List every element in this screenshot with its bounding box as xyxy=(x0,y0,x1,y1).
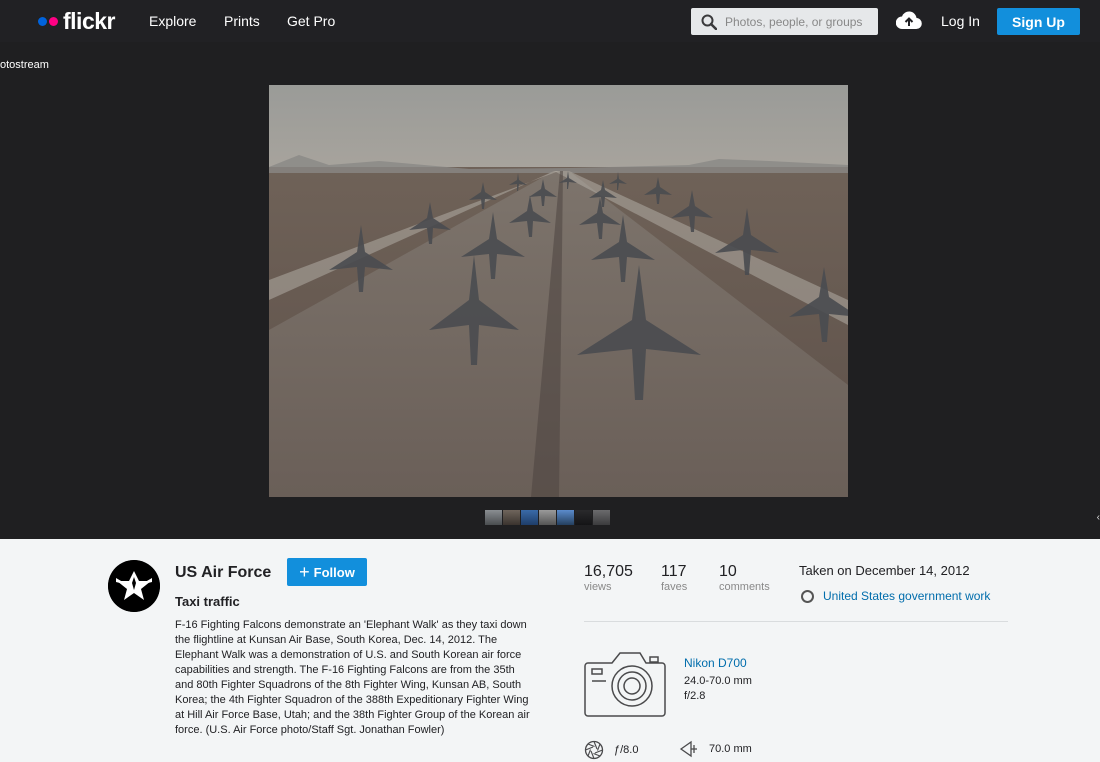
logo-blue-dot xyxy=(38,16,47,26)
upload-cloud-icon[interactable] xyxy=(896,10,922,30)
flickr-logo[interactable]: flickr xyxy=(38,8,115,34)
logo-pink-dot xyxy=(49,16,58,26)
aperture-icon xyxy=(584,740,604,760)
signup-button[interactable]: Sign Up xyxy=(997,8,1080,35)
camera-model-link[interactable]: Nikon D700 xyxy=(684,656,747,670)
focal-length-info: 70.0 mm xyxy=(679,740,752,758)
main-photo[interactable] xyxy=(269,85,848,497)
chevron-left-icon[interactable]: ‹ xyxy=(1097,512,1100,523)
comments-stat[interactable]: 10 comments xyxy=(719,563,770,593)
camera-icon xyxy=(584,652,666,717)
filmstrip-thumb[interactable] xyxy=(503,510,520,525)
filmstrip-thumb[interactable] xyxy=(539,510,556,525)
aperture-info: ƒ/8.0 xyxy=(584,740,638,760)
aperture-value: ƒ/8.0 xyxy=(614,744,639,756)
avatar[interactable] xyxy=(108,560,160,612)
views-count: 16,705 xyxy=(584,563,633,580)
photo-viewer: otostream ‹ xyxy=(0,42,1100,539)
photo-title: Taxi traffic xyxy=(175,594,240,609)
top-nav: flickr Explore Prints Get Pro Log In Sig… xyxy=(0,0,1100,42)
divider xyxy=(584,621,1008,622)
filmstrip-thumb[interactable] xyxy=(593,510,610,525)
search-box[interactable] xyxy=(691,8,878,35)
filmstrip-thumb[interactable] xyxy=(521,510,538,525)
nav-get-pro[interactable]: Get Pro xyxy=(287,13,335,29)
photo-description: F-16 Fighting Falcons demonstrate an 'El… xyxy=(175,619,530,736)
filmstrip-thumb[interactable] xyxy=(575,510,592,525)
nav-explore[interactable]: Explore xyxy=(149,13,196,29)
photo-filmstrip xyxy=(485,510,610,525)
air-force-symbol-icon xyxy=(108,560,160,612)
lens-info: 24.0-70.0 mm xyxy=(684,675,752,687)
filmstrip-thumb[interactable] xyxy=(557,510,574,525)
nav-prints[interactable]: Prints xyxy=(224,13,260,29)
comments-count: 10 xyxy=(719,563,737,580)
login-link[interactable]: Log In xyxy=(941,13,980,29)
plus-icon: + xyxy=(299,562,310,582)
license-circle-icon xyxy=(801,589,814,603)
comments-label: comments xyxy=(719,581,770,593)
search-icon xyxy=(701,14,717,30)
license: United States government work xyxy=(801,589,990,603)
follow-button[interactable]: + Follow xyxy=(287,558,367,586)
follow-label: Follow xyxy=(313,564,355,580)
max-aperture: f/2.8 xyxy=(684,690,706,702)
views-stat: 16,705 views xyxy=(584,563,633,593)
focal-length-value: 70.0 mm xyxy=(709,743,752,755)
faves-stat[interactable]: 117 faves xyxy=(661,563,687,593)
back-to-photostream-link[interactable]: otostream xyxy=(0,59,49,71)
owner-name[interactable]: US Air Force xyxy=(175,564,271,582)
date-taken[interactable]: Taken on December 14, 2012 xyxy=(799,563,970,578)
views-label: views xyxy=(584,581,612,593)
filmstrip-thumb[interactable] xyxy=(485,510,502,525)
logo-text: flickr xyxy=(63,7,115,34)
search-input[interactable] xyxy=(725,14,875,29)
focal-length-icon xyxy=(679,740,697,758)
faves-count: 117 xyxy=(661,563,687,580)
photo-info-panel: US Air Force + Follow Taxi traffic F-16 … xyxy=(0,539,1100,762)
faves-label: faves xyxy=(661,581,688,593)
license-link[interactable]: United States government work xyxy=(823,589,990,603)
